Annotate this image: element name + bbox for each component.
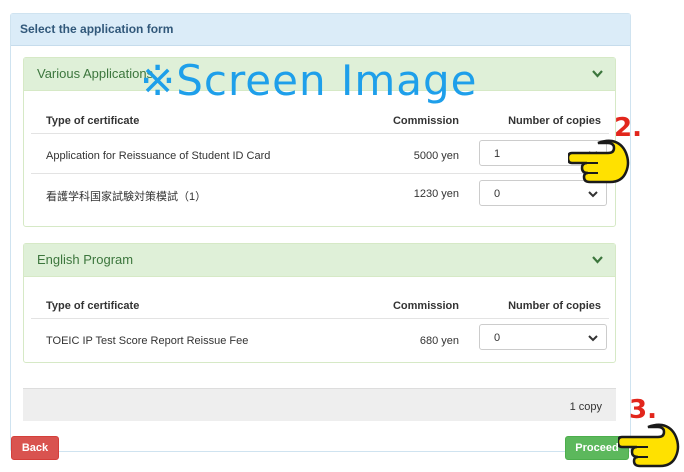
copies-value: 0: [494, 188, 501, 200]
header-copies: Number of copies: [508, 300, 601, 312]
row-type: TOEIC IP Test Score Report Reissue Fee: [46, 335, 249, 347]
panel-english-program: English Program Type of certificate Comm…: [23, 243, 616, 363]
header-copies: Number of copies: [508, 115, 601, 127]
chevron-down-icon[interactable]: [592, 256, 603, 264]
row-type: 看護学科国家試験対策模試（1）: [46, 191, 207, 203]
table-row: TOEIC IP Test Score Report Reissue Fee 6…: [31, 318, 609, 358]
screen-image-watermark: ※Screen Image: [140, 56, 478, 105]
copy-count-summary: 1 copy: [23, 388, 616, 421]
header-commission: Commission: [392, 115, 459, 127]
chevron-down-icon: [588, 191, 598, 198]
form-title: Select the application form: [11, 14, 630, 46]
row-commission: 5000 yen: [413, 150, 459, 162]
panel-title: English Program: [37, 252, 134, 267]
row-commission: 680 yen: [419, 335, 459, 347]
pointing-hand-icon: [568, 139, 630, 184]
copies-value: 0: [494, 332, 501, 344]
chevron-down-icon[interactable]: [592, 70, 603, 78]
table-row: 看護学科国家試験対策模試（1） 1230 yen 0: [31, 173, 609, 213]
copies-value: 1: [494, 148, 501, 160]
header-commission: Commission: [392, 300, 459, 312]
pointing-hand-icon: [618, 423, 680, 468]
back-button[interactable]: Back: [11, 436, 59, 460]
chevron-down-icon: [588, 335, 598, 342]
panel-header-english-program[interactable]: English Program: [24, 244, 615, 277]
header-type: Type of certificate: [46, 115, 140, 127]
header-type: Type of certificate: [46, 300, 140, 312]
row-commission: 1230 yen: [413, 188, 459, 200]
row-type: Application for Reissuance of Student ID…: [46, 150, 271, 162]
copy-count: 1 copy: [569, 401, 602, 413]
table-row: Application for Reissuance of Student ID…: [31, 133, 609, 173]
panel-title: Various Applications: [37, 66, 154, 81]
copies-select[interactable]: 0: [479, 324, 607, 350]
